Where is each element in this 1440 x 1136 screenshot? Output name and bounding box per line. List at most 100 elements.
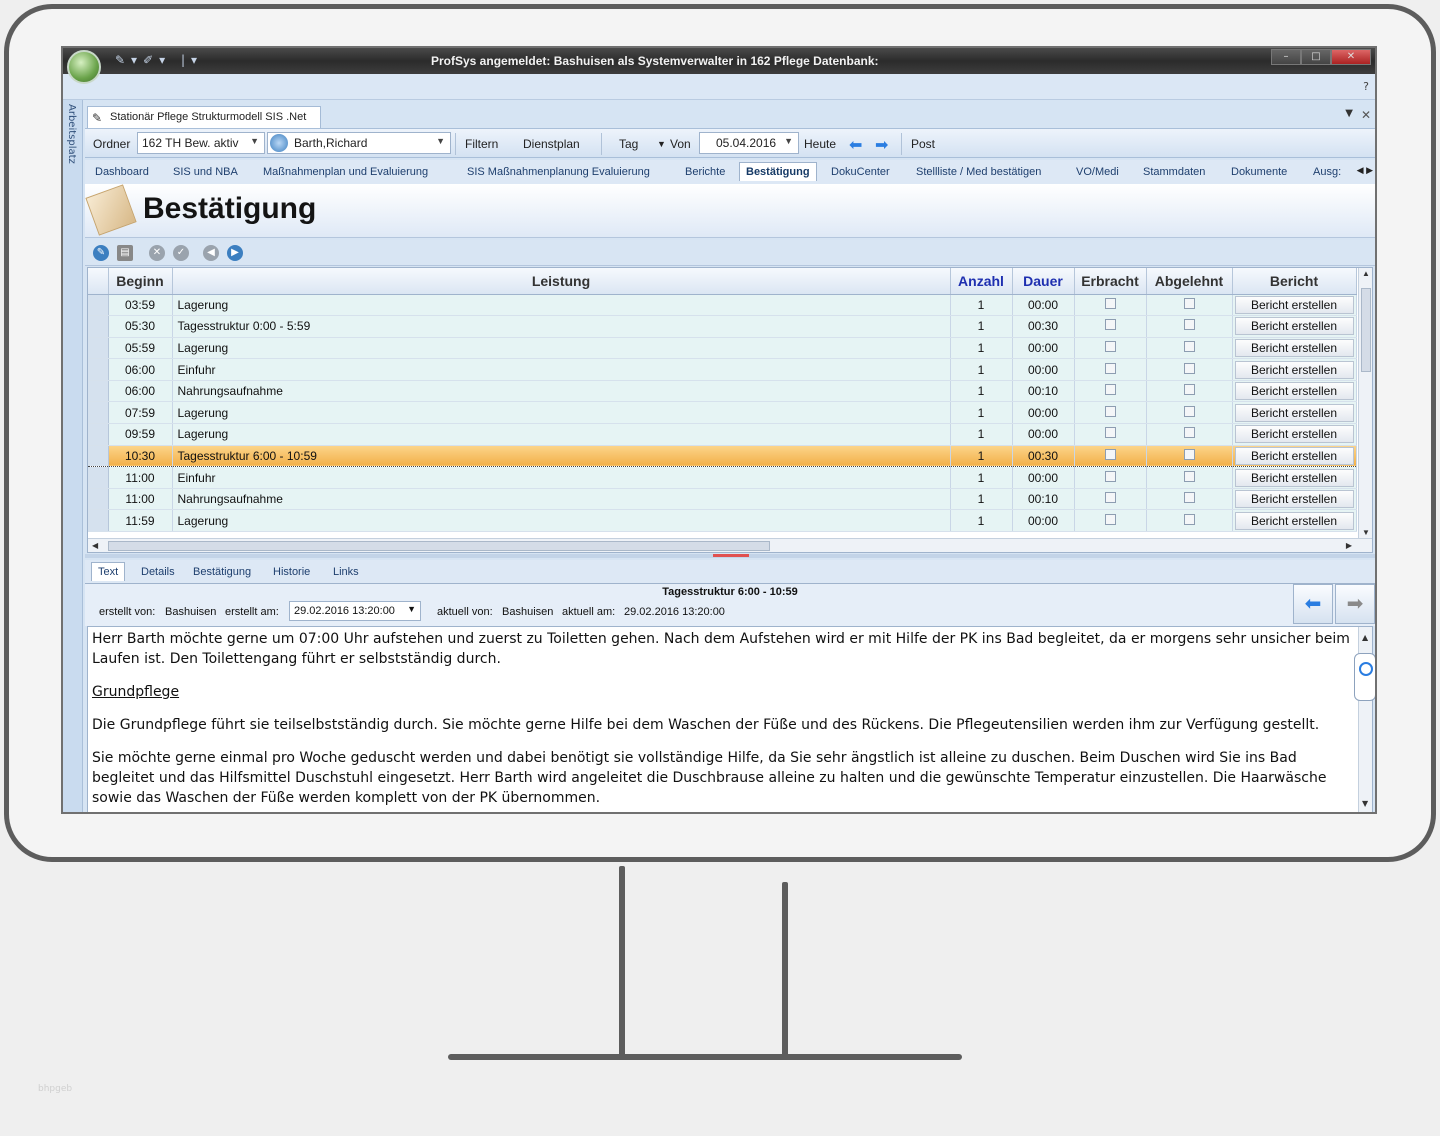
erbracht-checkbox[interactable] [1104, 470, 1116, 482]
table-row[interactable]: 05:59 Lagerung 1 00:00 Bericht erstellen [88, 337, 1357, 360]
tab-close-icon[interactable]: ✕ [1361, 108, 1371, 122]
column-header-dauer[interactable]: Dauer [1012, 268, 1075, 295]
bericht-erstellen-button[interactable]: Bericht erstellen [1234, 317, 1354, 336]
chevron-down-icon[interactable]: ▼ [657, 139, 666, 149]
table-row[interactable]: 06:00 Nahrungsaufnahme 1 00:10 Bericht erste… [88, 380, 1357, 403]
tab-ausgaben[interactable]: Ausg: [1313, 166, 1341, 178]
tab-detail-bestaetigung[interactable]: Bestätigung [193, 566, 251, 578]
resident-select[interactable]: Barth,Richard ▼ [267, 132, 451, 154]
tag-button[interactable]: Tag [619, 137, 638, 151]
table-row[interactable]: 10:30 Tagesstruktur 6:00 - 10:59 1 00:30 Ber… [88, 444, 1357, 468]
filter-button[interactable]: Filtern [465, 137, 498, 151]
column-header-leistung[interactable]: Leistung [172, 268, 951, 295]
created-at-select[interactable]: 29.02.2016 13:20:00 ▼ [289, 601, 421, 621]
table-row[interactable]: 11:59 Lagerung 1 00:00 Bericht erstellen [88, 509, 1357, 533]
erbracht-checkbox[interactable] [1104, 362, 1116, 374]
grid-vertical-scrollbar[interactable]: ▲ ▼ [1358, 268, 1372, 538]
tab-bestaetigung[interactable]: Bestätigung [739, 162, 817, 181]
tab-berichte[interactable]: Berichte [685, 166, 725, 178]
table-row[interactable]: 06:00 Einfuhr 1 00:00 Bericht erstellen [88, 358, 1357, 381]
report-text[interactable]: Herr Barth möchte gerne um 07:00 Uhr auf… [87, 626, 1375, 812]
bericht-erstellen-button[interactable]: Bericht erstellen [1234, 468, 1354, 487]
ordner-select[interactable]: 162 TH Bew. aktiv ▼ [137, 132, 265, 154]
splitter-grip[interactable] [713, 554, 749, 557]
scroll-up-icon[interactable]: ▲ [1362, 628, 1368, 648]
scroll-thumb[interactable] [108, 541, 770, 551]
bericht-erstellen-button[interactable]: Bericht erstellen [1234, 446, 1354, 465]
confirm-icon[interactable]: ✓ [173, 245, 189, 261]
scroll-left-icon[interactable]: ◀ [92, 541, 98, 550]
abgelehnt-checkbox[interactable] [1183, 340, 1195, 352]
bericht-erstellen-button[interactable]: Bericht erstellen [1234, 360, 1354, 379]
date-select[interactable]: 05.04.2016 ▼ [699, 132, 799, 154]
cancel-icon[interactable]: ✕ [149, 245, 165, 261]
column-header-erbracht[interactable]: Erbracht [1074, 268, 1147, 295]
bericht-erstellen-button[interactable]: Bericht erstellen [1234, 511, 1354, 530]
bericht-erstellen-button[interactable]: Bericht erstellen [1234, 490, 1354, 509]
abgelehnt-checkbox[interactable] [1183, 319, 1195, 331]
tab-dokumente[interactable]: Dokumente [1231, 166, 1287, 178]
tab-massnahmenplan[interactable]: Maßnahmenplan und Evaluierung [263, 166, 428, 178]
abgelehnt-checkbox[interactable] [1183, 448, 1195, 460]
back-icon[interactable]: ◀ [203, 245, 219, 261]
tab-vo-medi[interactable]: VO/Medi [1076, 166, 1119, 178]
abgelehnt-checkbox[interactable] [1183, 427, 1195, 439]
erbracht-checkbox[interactable] [1104, 427, 1116, 439]
dienstplan-button[interactable]: Dienstplan [523, 137, 580, 151]
side-badge[interactable] [1354, 653, 1375, 701]
minimize-button[interactable]: – [1271, 49, 1301, 65]
erbracht-checkbox[interactable] [1104, 384, 1116, 396]
post-button[interactable]: Post [911, 137, 935, 151]
abgelehnt-checkbox[interactable] [1183, 492, 1195, 504]
previous-report-button[interactable]: ⬅ [1293, 584, 1333, 624]
column-header-beginn[interactable]: Beginn [108, 268, 173, 295]
tab-sis-und-nba[interactable]: SIS und NBA [173, 166, 238, 178]
tab-stammdaten[interactable]: Stammdaten [1143, 166, 1205, 178]
refresh-icon[interactable] [270, 134, 288, 152]
arrow-right-icon[interactable]: ➡ [875, 135, 888, 155]
abgelehnt-checkbox[interactable] [1183, 470, 1195, 482]
help-button[interactable]: ? [1363, 80, 1369, 93]
tab-details[interactable]: Details [141, 566, 175, 578]
erbracht-checkbox[interactable] [1104, 297, 1116, 309]
edit-icon[interactable]: ✎ [93, 245, 109, 261]
scroll-down-icon[interactable]: ▼ [1362, 528, 1370, 537]
side-panel-strip[interactable]: Arbeitsplatz [63, 100, 83, 812]
scroll-right-icon[interactable]: ▶ [1346, 541, 1352, 550]
tab-sis-massnahmenplanung[interactable]: SIS Maßnahmenplanung Evaluierung [467, 166, 650, 178]
tab-dashboard[interactable]: Dashboard [95, 166, 149, 178]
table-row[interactable]: 11:00 Nahrungsaufnahme 1 00:10 Bericht erste… [88, 488, 1357, 511]
close-button[interactable]: ✕ [1331, 49, 1371, 65]
tab-list-dropdown-icon[interactable]: ▼ [1345, 108, 1353, 119]
app-orb-icon[interactable] [67, 50, 101, 84]
heute-button[interactable]: Heute [804, 137, 836, 151]
document-tab[interactable]: ✎ Stationär Pflege Strukturmodell SIS .N… [87, 106, 321, 128]
table-row[interactable]: 03:59 Lagerung 1 00:00 Bericht erstellen [88, 294, 1357, 317]
erbracht-checkbox[interactable] [1104, 492, 1116, 504]
bericht-erstellen-button[interactable]: Bericht erstellen [1234, 403, 1354, 422]
scroll-down-icon[interactable]: ▼ [1362, 794, 1368, 812]
table-row[interactable]: 05:30 Tagesstruktur 0:00 - 5:59 1 00:30 Beri… [88, 315, 1357, 338]
bericht-erstellen-button[interactable]: Bericht erstellen [1234, 295, 1354, 314]
table-row[interactable]: 09:59 Lagerung 1 00:00 Bericht erstellen [88, 423, 1357, 446]
bericht-erstellen-button[interactable]: Bericht erstellen [1234, 382, 1354, 401]
column-header-anzahl[interactable]: Anzahl [950, 268, 1013, 295]
table-row[interactable]: 11:00 Einfuhr 1 00:00 Bericht erstellen [88, 466, 1357, 489]
table-row[interactable]: 07:59 Lagerung 1 00:00 Bericht erstellen [88, 401, 1357, 425]
erbracht-checkbox[interactable] [1104, 448, 1116, 460]
grid-horizontal-scrollbar[interactable]: ◀ ▶ [88, 538, 1372, 552]
tab-stellliste[interactable]: Stellliste / Med bestätigen [916, 166, 1041, 178]
abgelehnt-checkbox[interactable] [1183, 384, 1195, 396]
erbracht-checkbox[interactable] [1104, 513, 1116, 525]
bericht-erstellen-button[interactable]: Bericht erstellen [1234, 425, 1354, 444]
column-header-abgelehnt[interactable]: Abgelehnt [1146, 268, 1233, 295]
abgelehnt-checkbox[interactable] [1183, 297, 1195, 309]
maximize-button[interactable]: □ [1301, 49, 1331, 65]
scroll-thumb[interactable] [1361, 288, 1371, 372]
tab-scroll-arrows[interactable]: ◀ ▶ [1357, 165, 1373, 176]
arrow-left-icon[interactable]: ⬅ [849, 135, 862, 155]
forward-icon[interactable]: ▶ [227, 245, 243, 261]
tab-links[interactable]: Links [333, 566, 359, 578]
scroll-up-icon[interactable]: ▲ [1362, 269, 1370, 278]
splitter[interactable] [85, 554, 1375, 558]
